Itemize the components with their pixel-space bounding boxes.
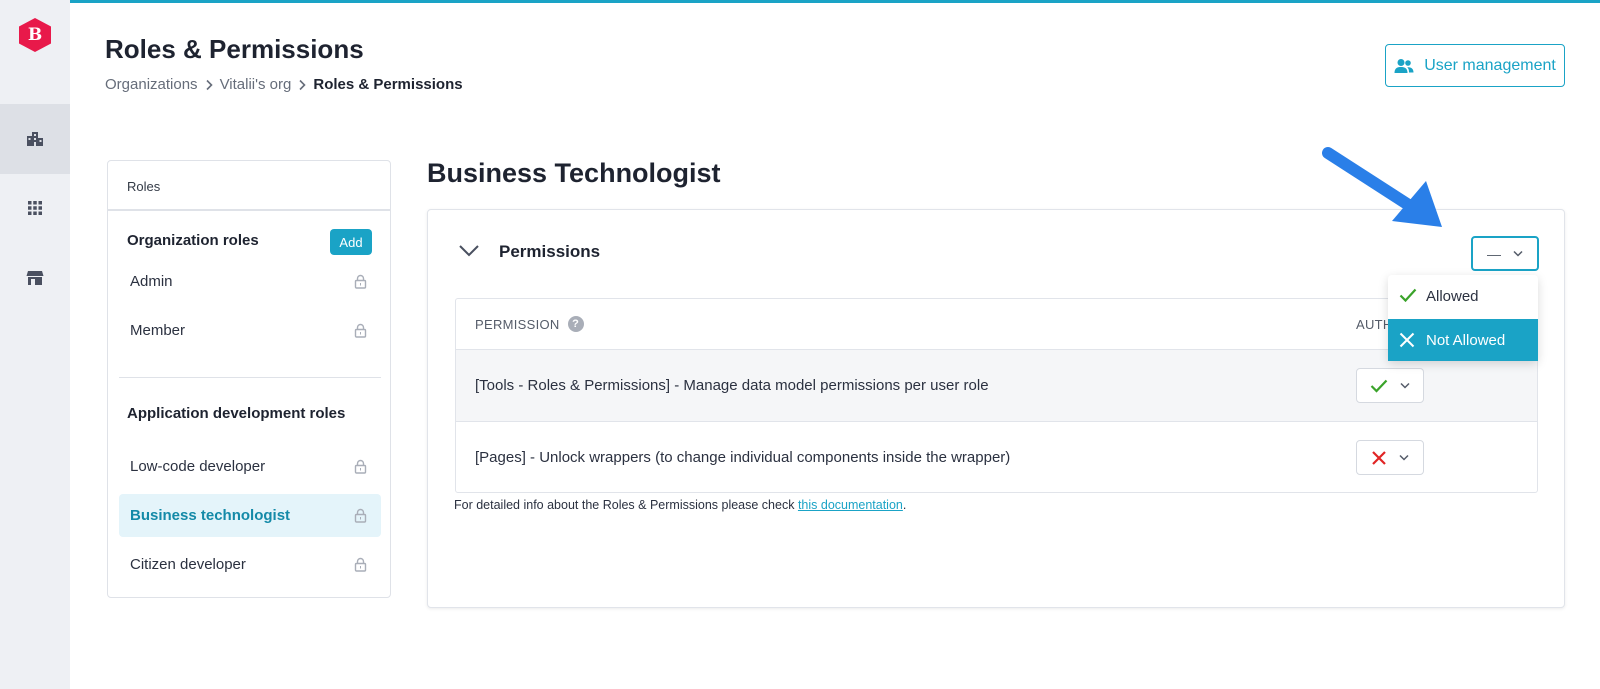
add-role-button[interactable]: Add <box>330 229 372 255</box>
lock-icon <box>354 323 367 342</box>
menu-item-label: Not Allowed <box>1426 331 1506 349</box>
lock-icon <box>354 508 367 527</box>
breadcrumb-organizations[interactable]: Organizations <box>105 76 198 93</box>
left-nav-rail: B <box>0 0 70 689</box>
chevron-down-icon <box>1400 382 1410 389</box>
chevron-right-icon <box>204 79 214 91</box>
permission-value-select[interactable] <box>1356 368 1424 403</box>
roles-panel-title: Roles <box>108 161 390 211</box>
chevron-down-icon[interactable] <box>458 244 480 263</box>
building-icon <box>27 132 43 146</box>
table-row: [Tools - Roles & Permissions] - Manage d… <box>456 350 1537 421</box>
app-dev-roles-title: Application development roles <box>127 405 346 422</box>
chevron-down-icon <box>1513 250 1523 257</box>
column-header-permission: PERMISSION <box>475 316 560 332</box>
breadcrumb: Organizations Vitalii's org Roles & Perm… <box>105 76 463 93</box>
store-icon <box>26 271 44 285</box>
menu-item-label: Allowed <box>1426 287 1479 305</box>
breadcrumb-org[interactable]: Vitalii's org <box>220 76 292 93</box>
breadcrumb-current: Roles & Permissions <box>313 76 463 93</box>
apps-grid-icon <box>28 201 42 215</box>
logo-letter: B <box>27 25 43 45</box>
app-logo[interactable]: B <box>16 17 54 53</box>
permission-label: [Pages] - Unlock wrappers (to change ind… <box>475 449 1011 466</box>
lock-icon <box>354 557 367 576</box>
lock-icon <box>354 274 367 293</box>
footnote-suffix: . <box>902 498 907 512</box>
role-label: Admin <box>130 273 173 290</box>
roles-divider <box>119 377 381 378</box>
users-icon <box>1394 58 1414 73</box>
check-icon <box>1370 379 1388 393</box>
role-item-business-technologist[interactable]: Business technologist <box>119 494 381 537</box>
lock-icon <box>354 459 367 478</box>
role-item-low-code-developer[interactable]: Low-code developer <box>119 445 381 488</box>
permissions-card: Permissions — PERMISSION ? AUTH [Tools -… <box>427 209 1565 608</box>
footnote-text: For detailed info about the Roles & Perm… <box>454 498 798 512</box>
role-title: Business Technologist <box>427 158 721 188</box>
rail-item-store[interactable] <box>0 243 70 313</box>
bulk-permission-select[interactable]: — <box>1471 236 1539 271</box>
chevron-down-icon <box>1399 454 1409 461</box>
check-icon <box>1399 288 1417 307</box>
top-accent-bar <box>0 0 1600 3</box>
permissions-table: PERMISSION ? AUTH [Tools - Roles & Permi… <box>455 298 1538 493</box>
role-label: Member <box>130 322 186 339</box>
rail-item-organizations[interactable] <box>0 104 70 174</box>
role-item-admin[interactable]: Admin <box>119 260 381 303</box>
rail-item-apps[interactable] <box>0 173 70 243</box>
permission-dropdown-menu: Allowed Not Allowed <box>1388 275 1538 361</box>
role-label: Citizen developer <box>130 556 246 573</box>
table-row: [Pages] - Unlock wrappers (to change ind… <box>456 422 1537 492</box>
close-icon <box>1372 450 1386 465</box>
chevron-right-icon <box>297 79 307 91</box>
documentation-link[interactable]: this documentation <box>798 498 903 512</box>
role-label: Business technologist <box>130 507 291 524</box>
permissions-section-title: Permissions <box>499 242 601 261</box>
role-label: Low-code developer <box>130 458 266 475</box>
menu-item-allowed[interactable]: Allowed <box>1388 275 1538 317</box>
roles-panel: Roles Organization roles Add Admin Membe… <box>107 160 391 598</box>
page-title: Roles & Permissions <box>105 34 364 64</box>
annotation-arrow-icon <box>1322 147 1442 227</box>
organization-roles-title: Organization roles <box>127 232 259 249</box>
user-management-button[interactable]: User management <box>1385 44 1565 87</box>
documentation-note: For detailed info about the Roles & Perm… <box>454 498 906 512</box>
menu-item-not-allowed[interactable]: Not Allowed <box>1388 319 1538 361</box>
help-icon[interactable]: ? <box>567 316 584 332</box>
close-icon <box>1399 332 1415 352</box>
permission-value-select[interactable] <box>1356 440 1424 475</box>
permission-label: [Tools - Roles & Permissions] - Manage d… <box>475 377 989 394</box>
role-item-member[interactable]: Member <box>119 309 381 352</box>
bulk-select-value: — <box>1487 245 1501 262</box>
user-management-label: User management <box>1424 56 1556 74</box>
role-item-citizen-developer[interactable]: Citizen developer <box>119 543 381 586</box>
